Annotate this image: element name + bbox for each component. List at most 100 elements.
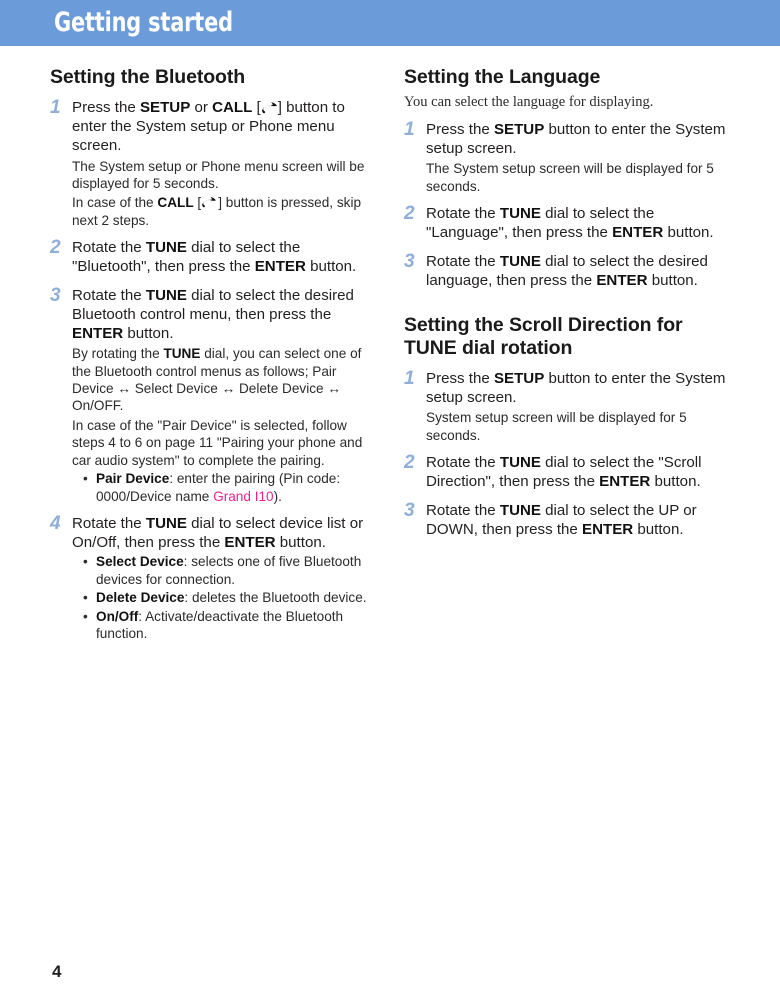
list-item: Select Device: selects one of five Bluet… [82,553,380,588]
step-text-part: button. [305,258,357,276]
button-name-enter: ENTER [224,534,276,552]
step-number: 2 [404,452,415,474]
bullet-text-part: ). [273,488,282,504]
step-text-part: Rotate the [72,514,146,532]
step-item: 3 Rotate the TUNE dial to select the des… [404,250,734,290]
section-heading-language: Setting the Language [404,66,601,88]
step-text-part: or [190,99,213,116]
step-text-part: Press the [72,99,140,116]
dial-name-tune: TUNE [499,252,541,270]
step-item: 1 Press the SETUP button to enter the Sy… [404,119,734,195]
step-text: Press the SETUP button to enter the Syst… [426,120,734,158]
step-text-part: Rotate the [426,454,500,472]
step-note: The System setup screen will be displaye… [426,161,714,194]
dial-name-tune: TUNE [145,239,187,257]
menu-name-pair-device: Pair Device [96,471,170,487]
step-text: Rotate the TUNE dial to select the UP or… [426,501,734,539]
step-text-part: button. [647,271,698,289]
step-number: 2 [404,203,415,225]
step-text: Rotate the TUNE dial to select the desir… [426,252,734,290]
step-number: 2 [50,237,61,259]
button-name-enter: ENTER [612,224,664,242]
section-intro-language: You can select the language for displayi… [404,94,654,110]
phone-handset-icon [261,101,278,114]
step-number: 4 [50,512,61,534]
page-header-bar: Getting started [0,0,780,46]
menu-name-select-device: Select Device [96,554,184,570]
left-column: Setting the Bluetooth 1 Press the SETUP … [50,66,380,642]
step-text: Press the SETUP button to enter the Syst… [426,369,734,407]
bullet-text-part: : deletes the Bluetooth device. [184,590,367,606]
step-item: 2 Rotate the TUNE dial to select the "La… [404,203,734,242]
step-text-part: [ [252,99,261,116]
step-number: 1 [404,119,415,140]
step-note: The System setup or Phone menu screen wi… [72,158,365,192]
button-name-enter: ENTER [254,258,306,276]
dial-name-tune: TUNE [145,286,187,304]
step-text-part: Rotate the [426,252,500,270]
step-text-part: button. [123,325,174,343]
step-item: 3 Rotate the TUNE dial to select the des… [50,284,380,505]
dial-name-tune: TUNE [163,346,201,362]
list-item: On/Off: Activate/deactivate the Bluetoot… [82,608,380,643]
menu-name-on-off: On/Off [96,608,139,624]
step-item: 3 Rotate the TUNE dial to select the UP … [404,499,734,539]
step-number: 3 [404,250,415,272]
button-name-call: CALL [157,195,194,211]
step-text-part: Rotate the [72,286,146,304]
list-item: Pair Device: enter the pairing (Pin code… [82,470,380,505]
phone-handset-icon [201,196,218,209]
step-number: 1 [50,97,61,118]
step-text: Rotate the TUNE dial to select the "Lang… [426,204,734,242]
step-number: 3 [404,499,415,521]
note-text-part: In case of the [72,195,158,211]
step-item: 2 Rotate the TUNE dial to select the "Bl… [50,237,380,276]
step-text: Rotate the TUNE dial to select the desir… [72,286,380,344]
step-item: 1 Press the SETUP button to enter the Sy… [404,368,734,444]
step-text-part: button. [650,473,701,491]
step-note: By rotating the TUNE dial, you can selec… [72,345,380,415]
section-heading-bluetooth: Setting the Bluetooth [50,66,246,88]
step-text-part: button. [275,534,326,552]
step-note: In case of the CALL [] button is pressed… [72,194,380,229]
dial-name-tune: TUNE [499,454,541,472]
right-column: Setting the Language You can select the … [404,66,734,539]
step-number: 1 [404,368,415,390]
page-number: 4 [52,962,62,981]
dial-name-tune: TUNE [499,501,541,519]
button-name-enter: ENTER [596,271,648,289]
step-text-part: Press the [426,121,494,138]
step-item: 2 Rotate the TUNE dial to select the "Sc… [404,452,734,491]
step-text-part: button. [633,520,684,538]
step-note: System setup screen will be displayed fo… [426,410,687,443]
menu-name-delete-device: Delete Device [96,590,185,606]
button-name-enter: ENTER [599,473,651,491]
section-heading-scroll-direction: Setting the Scroll Direction for TUNE di… [404,314,683,360]
step-text: Rotate the TUNE dial to select the "Scro… [426,453,734,491]
note-text-part: [ [193,195,202,211]
dial-name-tune: TUNE [145,514,187,532]
device-name-highlight: Grand I10 [213,488,274,504]
step-text-part: Rotate the [426,205,500,223]
step-item: 1 Press the SETUP or CALL [] button to e… [50,97,380,229]
step-number: 3 [50,284,61,306]
button-name-enter: ENTER [72,325,124,343]
page-body: Setting the Bluetooth 1 Press the SETUP … [0,46,780,986]
page-title: Getting started [54,7,233,38]
dial-name-tune: TUNE [499,205,541,223]
button-name-call: CALL [212,99,253,116]
button-name-enter: ENTER [582,520,634,538]
button-name-setup: SETUP [493,370,545,388]
step-text-part: button. [663,224,714,242]
step-text-part: Rotate the [426,501,500,519]
step-text-part: Press the [426,370,494,388]
step-text: Press the SETUP or CALL [] button to ent… [72,98,380,156]
step-text: Rotate the TUNE dial to select device li… [72,514,380,552]
step-text: Rotate the TUNE dial to select the "Blue… [72,238,380,276]
step-text-part: Rotate the [72,239,146,257]
step-item: 4 Rotate the TUNE dial to select device … [50,512,380,643]
step-note: In case of the "Pair Device" is selected… [72,417,363,468]
button-name-setup: SETUP [139,99,191,116]
button-name-setup: SETUP [493,121,545,138]
note-text-part: By rotating the [72,346,164,362]
